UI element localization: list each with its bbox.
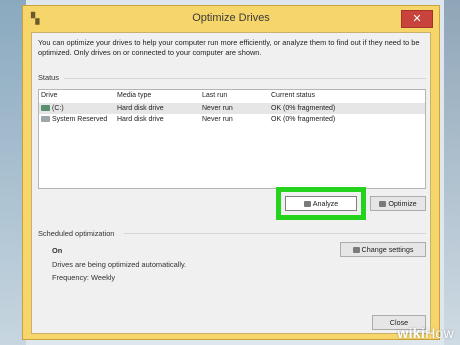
system-drive-icon [41, 105, 50, 112]
desktop-background-right [444, 0, 460, 345]
intro-text: You can optimize your drives to help you… [38, 38, 420, 57]
analyze-button[interactable]: Analyze [285, 196, 357, 211]
current-status: OK (0% fragmented) [271, 116, 336, 123]
optimize-drives-window: ▚ Optimize Drives ✕ You can optimize you… [22, 5, 440, 340]
current-status: OK (0% fragmented) [271, 105, 336, 112]
schedule-state: On [52, 246, 63, 255]
dialog-client-area: You can optimize your drives to help you… [31, 32, 431, 334]
drives-list[interactable]: Drive Media type Last run Current status… [38, 89, 426, 189]
scheduled-divider [124, 233, 426, 234]
scheduled-optimization-label: Scheduled optimization [38, 229, 115, 238]
column-header-current-status[interactable]: Current status [271, 92, 315, 99]
shield-icon [303, 201, 311, 208]
media-type: Hard disk drive [117, 105, 164, 112]
schedule-frequency: Frequency: Weekly [52, 273, 116, 282]
close-window-icon[interactable]: ✕ [401, 10, 433, 28]
title-bar: ▚ Optimize Drives ✕ [23, 6, 439, 32]
status-divider [64, 78, 426, 79]
drive-icon [41, 116, 50, 123]
drive-name: (C:) [52, 105, 64, 112]
window-title: Optimize Drives [192, 12, 270, 24]
analyze-label: Analyze [312, 199, 339, 208]
status-label: Status [38, 73, 59, 82]
media-type: Hard disk drive [117, 116, 164, 123]
list-header: Drive Media type Last run Current status [39, 90, 425, 102]
column-header-media-type[interactable]: Media type [117, 92, 151, 99]
column-header-last-run[interactable]: Last run [202, 92, 227, 99]
optimize-label: Optimize [388, 199, 417, 208]
wikihow-watermark: wikiHow [397, 325, 454, 341]
optimize-button[interactable]: Optimize [370, 196, 426, 211]
drive-name: System Reserved [52, 116, 108, 123]
last-run: Never run [202, 116, 233, 123]
column-header-drive[interactable]: Drive [41, 92, 57, 99]
change-settings-label: Change settings [361, 245, 414, 254]
table-row[interactable]: System Reserved Hard disk drive Never ru… [39, 114, 425, 125]
schedule-description: Drives are being optimized automatically… [52, 260, 187, 269]
shield-icon [352, 247, 360, 254]
table-row[interactable]: (C:) Hard disk drive Never run OK (0% fr… [39, 103, 425, 114]
change-settings-button[interactable]: Change settings [340, 242, 426, 257]
shield-icon [379, 201, 387, 208]
last-run: Never run [202, 105, 233, 112]
